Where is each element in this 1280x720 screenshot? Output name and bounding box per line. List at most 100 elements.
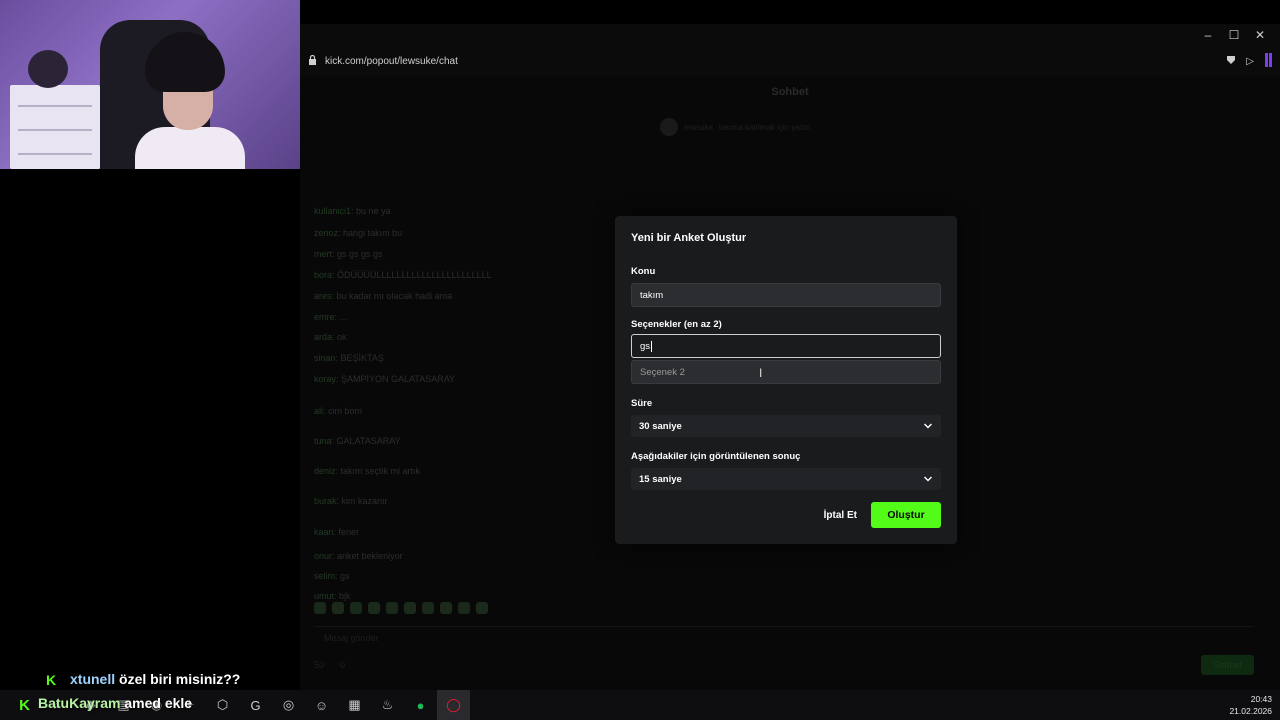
chat-message-text: ŞAMPİYON GALATASARAY: [341, 374, 456, 384]
second-counter[interactable]: 0: [340, 660, 345, 670]
shield-icon[interactable]: [1226, 55, 1236, 68]
unity-icon[interactable]: ⬡: [206, 690, 239, 720]
chat-message-text: hangi takım bu: [343, 228, 403, 238]
url-text[interactable]: kick.com/popout/lewsuke/chat: [325, 56, 1218, 67]
text-cursor-icon: I: [759, 366, 763, 380]
chat-message: arda: ok: [314, 332, 347, 342]
chat-message-user[interactable]: sinan: [314, 353, 336, 363]
chat-message-user[interactable]: kaan: [314, 527, 334, 537]
opera-icon[interactable]: ◯: [437, 690, 470, 720]
points-counter[interactable]: 50: [314, 660, 324, 670]
topic-label: Konu: [631, 266, 656, 277]
result-duration-select[interactable]: 15 saniye: [631, 468, 941, 490]
chat-message: mert: gs gs gs gs: [314, 249, 383, 259]
chat-message: selim: gs: [314, 571, 350, 581]
clock-date: 21.02.2026: [1229, 706, 1272, 716]
overlay-chat-line-1: xtunell özel biri misiniz??: [70, 671, 240, 687]
chat-message-user[interactable]: burak: [314, 496, 337, 506]
chat-message-text: BEŞİKTAŞ: [340, 353, 384, 363]
window-titlebar: – ☐ ✕: [300, 24, 1280, 46]
create-poll-modal: Yeni bir Anket Oluştur Konu takım Seçene…: [615, 216, 957, 544]
start-icon[interactable]: K: [8, 690, 41, 720]
chat-message-text: GALATASARAY: [336, 436, 401, 446]
chat-message: ali: cim bom: [314, 406, 363, 416]
g-hub-icon[interactable]: G: [239, 690, 272, 720]
chat-message-user[interactable]: koray: [314, 374, 336, 384]
chat-message-user[interactable]: umut: [314, 591, 334, 601]
result-duration-value: 15 saniye: [639, 473, 682, 485]
clock-time: 20:43: [1250, 694, 1272, 704]
overlay-user-2: BatuKayram: [38, 695, 121, 711]
chat-message-text: ok: [337, 332, 347, 342]
chat-message: tuna: GALATASARAY: [314, 436, 401, 446]
discord-icon[interactable]: ☺: [305, 690, 338, 720]
duration-select[interactable]: 30 saniye: [631, 415, 941, 437]
text-caret: [651, 340, 653, 352]
epic-games-icon[interactable]: ▦: [338, 690, 371, 720]
option-2-input[interactable]: Seçenek 2 I: [631, 360, 941, 384]
system-clock[interactable]: 20:43 21.02.2026: [1229, 693, 1272, 717]
overlay-text-1: özel biri misiniz??: [119, 671, 241, 687]
duration-label: Süre: [631, 398, 653, 409]
chat-message-user[interactable]: onur: [314, 551, 332, 561]
duration-value: 30 saniye: [639, 420, 682, 432]
chat-message: onur: anket bekleniyor: [314, 551, 403, 561]
dresser-image: [10, 85, 100, 169]
cancel-button[interactable]: İptal Et: [824, 510, 857, 521]
topic-input[interactable]: takım: [631, 283, 941, 307]
chat-message-text: kim kazanır: [341, 496, 388, 506]
chat-message: zenoz: hangi takım bu: [314, 228, 403, 238]
chat-message-user[interactable]: ali: [314, 406, 323, 416]
obs-icon[interactable]: ◎: [272, 690, 305, 720]
close-icon[interactable]: ✕: [1252, 27, 1268, 43]
pinned-text: takıma katılmak için yazın: [718, 122, 811, 132]
pinned-message: lewsuke takıma katılmak için yazın: [660, 116, 920, 138]
topic-input-value: takım: [640, 289, 664, 301]
chat-message-input[interactable]: Mesaj gönder: [314, 626, 1254, 648]
minimize-icon[interactable]: –: [1200, 27, 1216, 43]
extension-icon[interactable]: [1264, 52, 1272, 70]
chat-message-user[interactable]: ares: [314, 291, 332, 301]
webcam-feed: [0, 0, 300, 169]
maximize-icon[interactable]: ☐: [1226, 27, 1242, 43]
overlay-text-2: amed ekle: [124, 695, 193, 711]
chat-message-text: ...: [339, 312, 348, 322]
avatar: [660, 118, 678, 136]
chat-message: deniz: takım seçtik mi artık: [314, 466, 421, 476]
chat-message: koray: ŞAMPİYON GALATASARAY: [314, 374, 456, 384]
address-bar[interactable]: kick.com/popout/lewsuke/chat ▷: [300, 46, 1280, 76]
chat-message-user[interactable]: kullanici1: [314, 206, 351, 216]
chat-message: sinan: BEŞİKTAŞ: [314, 353, 384, 363]
chat-message-user[interactable]: mert: [314, 249, 332, 259]
modal-title: Yeni bir Anket Oluştur: [631, 232, 747, 244]
chat-message-text: ÖDÜÜÜÜLLLLLLLLLLLLLLLLLLLLLLL: [337, 270, 492, 280]
chat-bottom-bar: 50 0 Sohbet: [314, 654, 1254, 676]
result-label: Aşağıdakiler için görüntülenen sonuç: [631, 451, 801, 462]
option-2-placeholder: Seçenek 2: [640, 366, 685, 378]
chat-message-text: anket bekleniyor: [337, 551, 403, 561]
chat-message-user[interactable]: tuna: [314, 436, 332, 446]
share-icon[interactable]: ▷: [1246, 56, 1254, 67]
kick-badge-icon: K: [46, 672, 57, 688]
chat-message-user[interactable]: bora: [314, 270, 332, 280]
option-1-input[interactable]: gs: [631, 334, 941, 358]
chat-message: kullanici1: bu ne ya: [314, 206, 391, 216]
send-button[interactable]: Sohbet: [1201, 655, 1254, 675]
chat-title: Sohbet: [771, 86, 809, 98]
chevron-down-icon: [924, 476, 932, 482]
steam-icon[interactable]: ♨: [371, 690, 404, 720]
spotify-icon[interactable]: ●: [404, 690, 437, 720]
chat-message-user[interactable]: deniz: [314, 466, 336, 476]
chat-message-user[interactable]: arda: [314, 332, 332, 342]
chat-message-user[interactable]: selim: [314, 571, 335, 581]
chat-message-text: cim bom: [328, 406, 363, 416]
option-1-value: gs: [640, 340, 651, 352]
modal-actions: İptal Et Oluştur: [824, 502, 941, 528]
overlay-user-1: xtunell: [70, 671, 116, 687]
chat-message: bora: ÖDÜÜÜÜLLLLLLLLLLLLLLLLLLLLLLL: [314, 270, 492, 280]
create-button[interactable]: Oluştur: [871, 502, 941, 528]
chat-message-user[interactable]: zenoz: [314, 228, 338, 238]
streamer-image: [135, 32, 245, 169]
chat-message-user[interactable]: emre: [314, 312, 335, 322]
chevron-down-icon: [924, 423, 932, 429]
